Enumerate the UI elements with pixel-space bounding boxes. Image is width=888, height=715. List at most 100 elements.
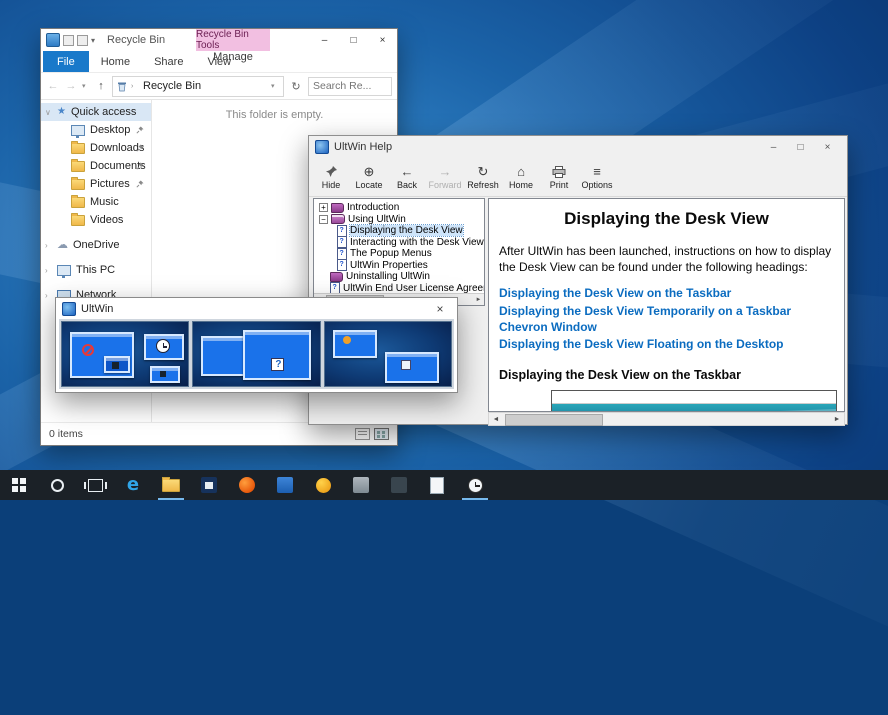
search-button[interactable] — [38, 470, 76, 500]
tree-item-introduction[interactable]: + Introduction — [317, 202, 484, 214]
scroll-right-icon[interactable]: ► — [473, 297, 484, 303]
mini-window[interactable] — [332, 330, 377, 358]
tab-home[interactable]: Home — [89, 51, 142, 72]
close-button[interactable]: × — [368, 29, 397, 51]
tree-item-uninstalling-ultwin[interactable]: Uninstalling UltWin — [317, 271, 484, 283]
sidebar-item-documents[interactable]: Documents — [41, 157, 151, 175]
large-icons-view-button[interactable] — [374, 428, 389, 440]
tab-share[interactable]: Share — [142, 51, 195, 72]
help-contents-tree-pane[interactable]: + Introduction − Using UltWin Displaying… — [313, 198, 485, 306]
toolbar-label: Home — [508, 179, 533, 190]
toolbar-label: Locate — [355, 179, 383, 190]
taskbar-app-orange[interactable] — [304, 470, 342, 500]
desk-view-area — [59, 319, 454, 389]
expand-chevron-icon[interactable]: ∨ — [45, 108, 51, 117]
print-button[interactable]: Print — [541, 160, 577, 194]
tree-item-interacting-desk-view[interactable]: Interacting with the Desk View — [317, 236, 484, 249]
ultwin-title-bar[interactable]: UltWin × — [56, 298, 457, 319]
sidebar-item-label: This PC — [76, 264, 116, 276]
mini-window[interactable] — [384, 352, 439, 383]
forward-button[interactable]: → — [64, 80, 78, 92]
explorer-title-bar[interactable]: ▾ Recycle Bin Recycle Bin Tools – □ × — [41, 29, 397, 51]
maximize-button[interactable]: □ — [787, 142, 814, 153]
taskbar-app-ultwin[interactable] — [456, 470, 494, 500]
topic-link-chevron-window[interactable]: Displaying the Desk View Temporarily on … — [499, 304, 834, 335]
scrollbar-thumb[interactable] — [505, 414, 603, 426]
refresh-button[interactable]: ↻ Refresh — [465, 160, 501, 194]
taskbar-app-firefox[interactable] — [228, 470, 266, 500]
topic-link-floating-desktop[interactable]: Displaying the Desk View Floating on the… — [499, 337, 834, 353]
taskbar-app-blue[interactable] — [266, 470, 304, 500]
options-button[interactable]: ≡ Options — [579, 160, 615, 194]
back-button[interactable]: ← Back — [389, 160, 425, 194]
tree-item-ultwin-properties[interactable]: UltWin Properties — [317, 259, 484, 272]
desk-panel-1[interactable] — [61, 321, 190, 387]
sidebar-item-music[interactable]: Music — [41, 193, 151, 211]
close-button[interactable]: × — [429, 302, 451, 316]
options-icon: ≡ — [593, 164, 601, 179]
forward-arrow-icon: → — [438, 164, 452, 179]
address-box[interactable]: › Recycle Bin ▾ — [112, 75, 284, 97]
sidebar-item-quick-access[interactable]: ∨ ★ Quick access — [41, 103, 151, 121]
task-view-button[interactable] — [76, 470, 114, 500]
breadcrumb[interactable]: Recycle Bin — [143, 80, 201, 92]
mini-window[interactable] — [243, 330, 312, 380]
minimize-button[interactable]: – — [760, 142, 787, 153]
close-button[interactable]: × — [814, 142, 841, 153]
taskbar-app-store[interactable] — [190, 470, 228, 500]
back-button[interactable]: ← — [46, 80, 60, 92]
maximize-button[interactable]: □ — [339, 29, 368, 51]
forward-button[interactable]: → Forward — [427, 160, 463, 194]
qat-button-1[interactable] — [63, 34, 74, 46]
scroll-right-icon[interactable]: ► — [830, 416, 844, 423]
tab-manage[interactable]: Manage — [196, 51, 270, 63]
help-topic-pane[interactable]: Displaying the Desk View After UltWin ha… — [488, 198, 845, 412]
empty-folder-message: This folder is empty. — [225, 109, 324, 121]
refresh-button[interactable]: ↻ — [288, 80, 304, 93]
topic-horizontal-scrollbar[interactable]: ◄ ► — [488, 412, 845, 426]
taskbar-app-file-explorer[interactable] — [152, 470, 190, 500]
help-title-bar[interactable]: UltWin Help – □ × — [309, 136, 847, 158]
address-dropdown-icon[interactable]: ▾ — [271, 82, 279, 90]
desk-panel-3[interactable] — [323, 321, 452, 387]
sidebar-item-videos[interactable]: Videos — [41, 211, 151, 229]
printer-icon — [552, 165, 566, 179]
recent-locations-dropdown-icon[interactable]: ▾ — [82, 82, 90, 90]
tree-item-using-ultwin[interactable]: − Using UltWin — [317, 214, 484, 226]
taskbar-app-gray[interactable] — [342, 470, 380, 500]
home-button[interactable]: ⌂ Home — [503, 160, 539, 194]
tree-item-displaying-desk-view[interactable]: Displaying the Desk View — [317, 224, 484, 238]
qat-button-2[interactable] — [77, 34, 88, 46]
tab-file[interactable]: File — [43, 51, 89, 72]
taskbar-app-edge[interactable]: e — [114, 470, 152, 500]
taskbar-app-dark[interactable] — [380, 470, 418, 500]
locate-button[interactable]: ⊕ Locate — [351, 160, 387, 194]
qat-customize-dropdown-icon[interactable]: ▾ — [91, 36, 95, 45]
topic-link-taskbar[interactable]: Displaying the Desk View on the Taskbar — [499, 286, 834, 302]
scroll-left-icon[interactable]: ◄ — [489, 416, 503, 423]
sidebar-item-onedrive[interactable]: › ☁ OneDrive — [41, 236, 151, 254]
collapse-chevron-icon[interactable]: › — [45, 291, 48, 300]
start-button[interactable] — [0, 470, 38, 500]
collapse-chevron-icon[interactable]: › — [45, 241, 48, 250]
collapse-chevron-icon[interactable]: › — [45, 266, 48, 275]
tree-item-popup-menus[interactable]: The Popup Menus — [317, 247, 484, 260]
desk-panel-2[interactable] — [192, 321, 321, 387]
collapse-minus-icon[interactable]: − — [319, 214, 328, 224]
sidebar-item-desktop[interactable]: Desktop — [41, 121, 151, 139]
help-page-icon — [337, 236, 347, 249]
taskbar-app-doc[interactable] — [418, 470, 456, 500]
sidebar-item-pictures[interactable]: Pictures — [41, 175, 151, 193]
expand-plus-icon[interactable]: + — [319, 203, 328, 213]
details-view-button[interactable] — [355, 428, 370, 440]
sidebar-item-this-pc[interactable]: › This PC — [41, 261, 151, 279]
up-button[interactable]: ↑ — [94, 80, 108, 92]
prohibited-icon — [82, 344, 94, 356]
toolbar-label: Print — [549, 179, 569, 190]
search-input[interactable] — [308, 76, 392, 96]
sidebar-item-downloads[interactable]: Downloads — [41, 139, 151, 157]
mini-app-icon — [112, 362, 119, 369]
minimize-button[interactable]: – — [310, 29, 339, 51]
tree-item-label: Uninstalling UltWin — [346, 271, 430, 283]
hide-button[interactable]: Hide — [313, 160, 349, 194]
